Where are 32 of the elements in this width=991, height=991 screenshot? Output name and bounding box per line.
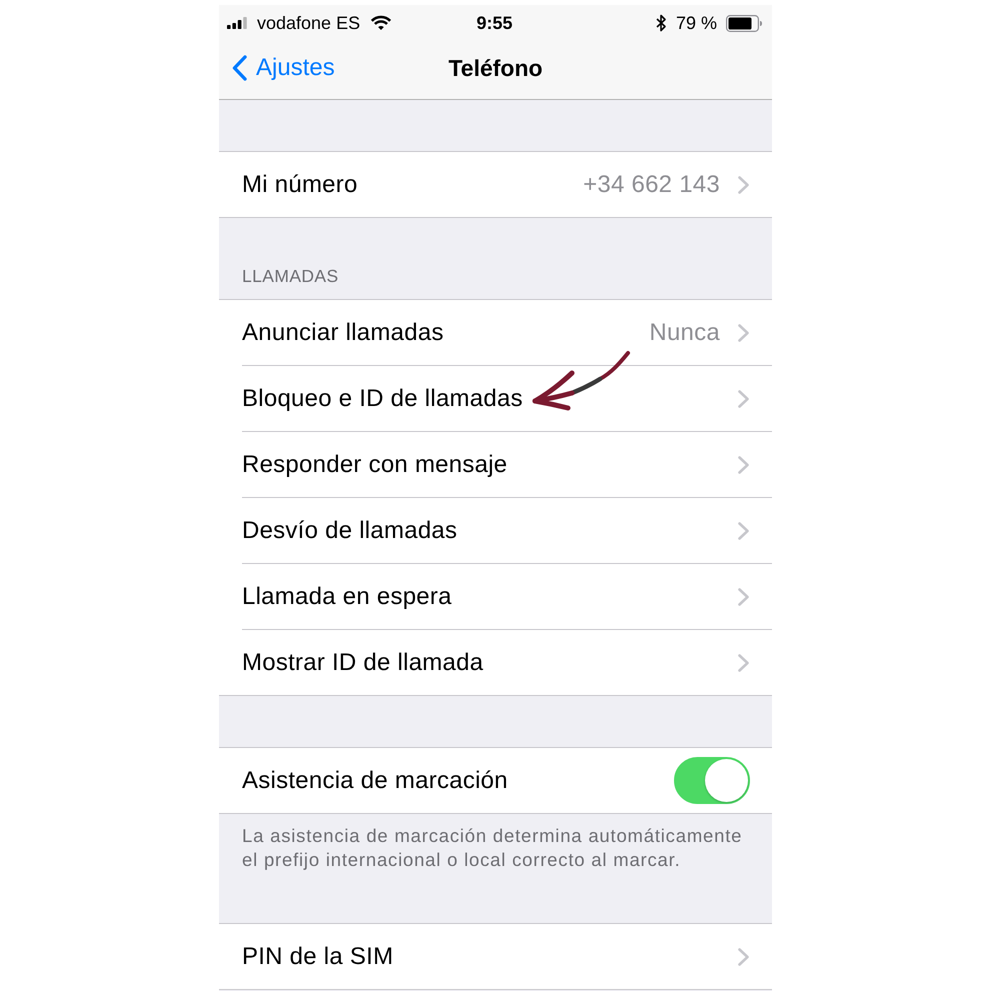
row-value: +34 662 143: [583, 170, 720, 198]
signal-icon: [227, 17, 247, 29]
chevron-icon: [738, 654, 749, 672]
row-label: Anunciar llamadas: [242, 318, 444, 346]
chevron-icon: [232, 55, 247, 81]
back-button[interactable]: Ajustes: [232, 54, 335, 82]
bluetooth-icon: [656, 14, 667, 32]
row-label: Llamada en espera: [242, 582, 452, 610]
clock-time: 9:55: [476, 13, 513, 33]
chevron-icon: [738, 176, 749, 194]
battery-icon: [726, 14, 762, 32]
section-header: LLAMADAS: [242, 266, 339, 286]
section-footer: La asistencia de marcación determina automáticamente el prefijo internacional o local correcto al marcar.: [219, 814, 772, 872]
page-title: Teléfono: [448, 54, 543, 82]
chevron-icon: [738, 324, 749, 342]
chevron-icon: [738, 948, 749, 966]
chevron-icon: [738, 456, 749, 474]
row-label: Asistencia de marcación: [242, 766, 508, 794]
wifi-icon: [370, 15, 392, 31]
row-label: Mi número: [242, 170, 358, 198]
battery-percent: 79 %: [676, 13, 717, 33]
row-label: Desvío de llamadas: [242, 516, 458, 544]
chevron-icon: [738, 390, 749, 408]
row-label: PIN de la SIM: [242, 942, 394, 970]
chevron-icon: [738, 588, 749, 606]
row-label: Responder con mensaje: [242, 450, 508, 478]
chevron-icon: [738, 522, 749, 540]
toggle-switch[interactable]: [674, 757, 750, 804]
carrier-name: vodafone ES: [257, 13, 360, 33]
row-value: Nunca: [649, 318, 720, 346]
row-label: Bloqueo e ID de llamadas: [242, 384, 523, 412]
row-label: Mostrar ID de llamada: [242, 648, 484, 676]
